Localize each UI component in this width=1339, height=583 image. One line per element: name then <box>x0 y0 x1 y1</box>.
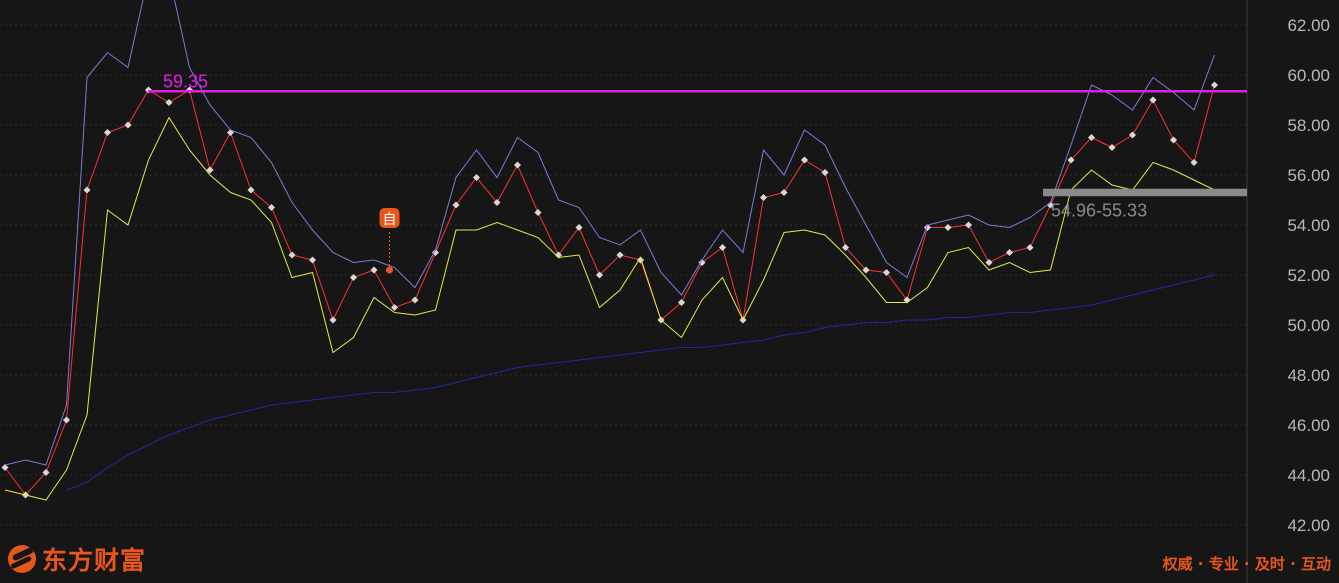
data-point <box>1026 243 1034 252</box>
data-point <box>985 258 993 267</box>
y-tick-label: 50.00 <box>1287 316 1330 335</box>
data-point <box>165 98 173 107</box>
data-point <box>1108 143 1116 152</box>
y-tick-label: 44.00 <box>1287 466 1330 485</box>
data-point <box>821 168 829 177</box>
brand-name: 东方财富 <box>42 546 147 575</box>
brand-icon <box>8 545 36 573</box>
data-point <box>103 128 112 137</box>
data-point <box>1128 131 1137 139</box>
annotations: 59.35 54.96-55.33 自 <box>148 71 1247 274</box>
series-line-3 <box>66 274 1215 491</box>
support-band-label: 54.96-55.33 <box>1051 200 1147 220</box>
data-point <box>370 266 378 274</box>
y-tick-label: 54.00 <box>1287 216 1330 235</box>
y-axis-ticks: 62.00 60.00 58.00 56.00 54.00 52.00 50.00 48.00… <box>1287 16 1330 535</box>
y-tick-label: 62.00 <box>1287 16 1330 35</box>
data-point <box>882 268 891 277</box>
data-point <box>1149 96 1157 104</box>
y-tick-label: 48.00 <box>1287 366 1330 385</box>
data-point <box>800 156 809 164</box>
data-point <box>1 463 9 472</box>
data-point <box>513 161 522 169</box>
data-point <box>780 188 788 197</box>
series-line-0 <box>4 84 1215 496</box>
data-point <box>83 186 91 194</box>
marker-label: 自 <box>383 212 397 228</box>
gridlines <box>0 24 1247 526</box>
y-tick-label: 60.00 <box>1287 66 1330 85</box>
data-point <box>759 193 768 202</box>
data-point <box>124 121 132 129</box>
data-point <box>452 201 460 209</box>
data-point <box>329 316 337 324</box>
data-point <box>718 243 727 252</box>
y-tick-label: 56.00 <box>1287 166 1330 185</box>
data-point <box>1005 248 1014 257</box>
y-tick-label: 52.00 <box>1287 266 1330 285</box>
data-point <box>308 256 317 264</box>
data-point <box>288 251 296 259</box>
data-point <box>390 303 399 312</box>
resistance-label: 59.35 <box>163 71 208 91</box>
y-tick-label: 46.00 <box>1287 416 1330 435</box>
series-line-1 <box>4 0 1215 466</box>
y-tick-label: 42.00 <box>1287 516 1330 535</box>
support-band <box>1043 188 1247 197</box>
data-point <box>1210 81 1219 89</box>
stock-chart: 62.00 60.00 58.00 56.00 54.00 52.00 50.00 48.00… <box>0 0 1330 583</box>
y-tick-label: 58.00 <box>1287 116 1330 135</box>
data-point <box>964 221 973 229</box>
data-point <box>62 416 71 424</box>
data-point <box>411 296 419 304</box>
marker-dot <box>386 266 393 274</box>
brand-slogan: 权威 · 专业 · 及时 · 互动 <box>1162 555 1331 573</box>
data-point <box>534 208 542 217</box>
brand-logo: 东方财富 <box>8 541 146 577</box>
